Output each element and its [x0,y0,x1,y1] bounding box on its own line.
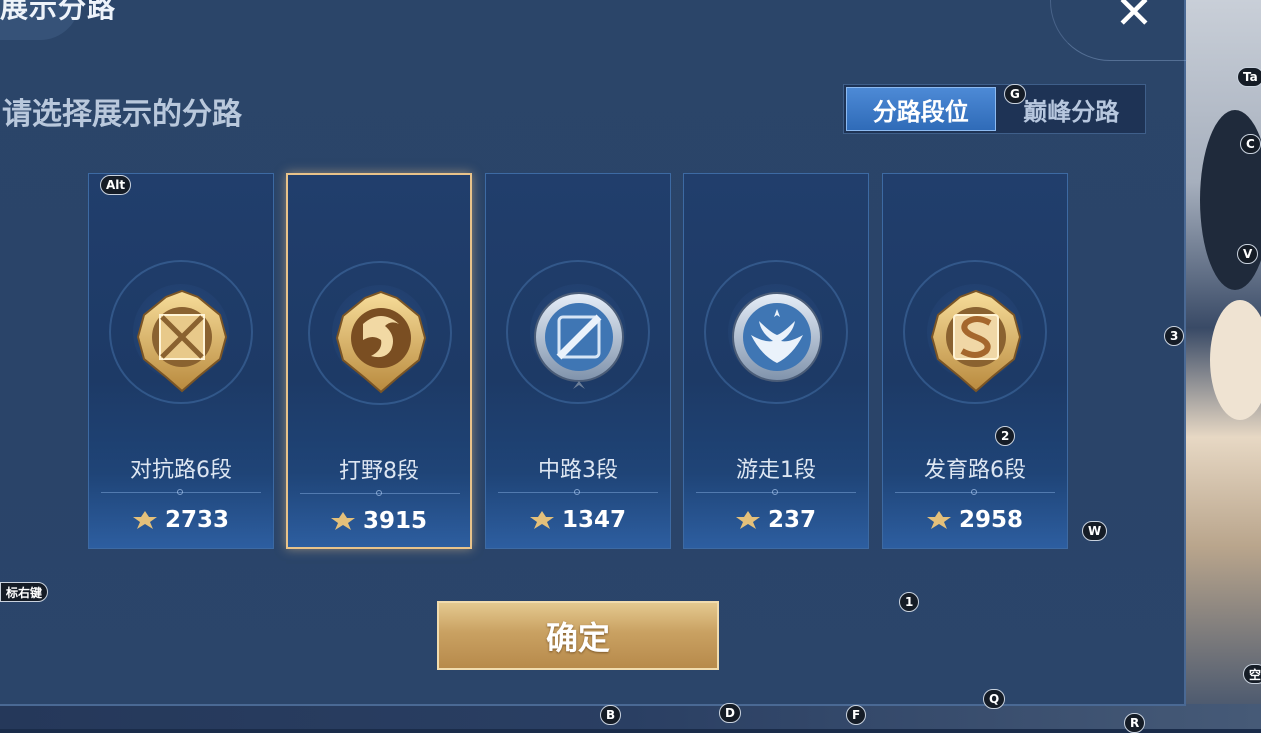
rank-points-icon [330,512,355,530]
confirm-button[interactable]: 确定 [437,601,719,670]
lane-card-roam[interactable]: 游走1段 237 [683,173,869,549]
dialog-subtitle: 请选择展示的分路 [2,97,242,132]
lane-rank-label: 游走1段 [736,458,816,483]
lane-rank-label: 中路3段 [538,458,618,483]
score-row: 2958 [883,507,1067,533]
hotkey-tab: Ta [1237,67,1261,87]
background-figure-robe [1210,300,1261,420]
lane-card-farm[interactable]: 发育路6段 2958 [882,173,1068,549]
hotkey-right-click: 标右键 [0,582,49,602]
lane-score: 237 [767,507,816,533]
dragon-emblem-icon [335,290,427,394]
wings-emblem-icon [732,292,822,382]
lane-rank-label: 打野8段 [339,459,419,484]
lane-score: 2733 [164,507,229,533]
rank-points-icon [529,511,554,529]
hotkey-q: Q [983,689,1006,709]
score-row: 2733 [89,507,273,533]
hotkey-v: V [1237,244,1259,264]
crossed-swords-emblem-icon [136,289,228,393]
divider-dot [772,489,778,495]
divider-dot [971,489,977,495]
hotkey-d: D [719,703,741,723]
background-bottom-strip [0,704,1261,729]
score-row: 237 [684,507,868,533]
lane-score: 1347 [561,507,626,533]
divider-dot [376,490,382,496]
close-icon: ✕ [1114,0,1154,39]
hotkey-c: C [1240,134,1261,154]
lane-card-jungle[interactable]: 打野8段 3915 [286,173,472,549]
divider-dot [574,489,580,495]
staff-emblem-icon [534,292,624,389]
rank-points-icon [926,511,951,529]
hotkey-b: B [600,705,622,725]
background-scene [1180,0,1261,729]
rank-points-icon [132,511,157,529]
hotkey-g: G [1004,84,1026,104]
tab-lane-rank[interactable]: 分路段位 [846,87,996,131]
lane-card-mid[interactable]: 中路3段 1347 [485,173,671,549]
divider-dot [177,489,183,495]
hotkey-alt: Alt [100,175,132,195]
hotkey-space: 空 [1243,664,1261,684]
dialog-title: 展示分路 [0,0,117,24]
score-row: 1347 [486,507,670,533]
hotkey-r: R [1124,713,1146,733]
lane-card-top[interactable]: 对抗路6段 2733 [88,173,274,549]
lane-score: 2958 [958,507,1023,533]
lane-display-dialog: 展示分路 ✕ 请选择展示的分路 分路段位 巅峰分路 对抗路6段 2733 打野8… [0,0,1187,706]
lane-score: 3915 [362,508,427,534]
lane-rank-label: 发育路6段 [924,458,1026,483]
s-sigil-emblem-icon [930,289,1022,393]
hotkey-w: W [1082,521,1108,541]
rank-points-icon [735,511,760,529]
score-row: 3915 [288,508,470,534]
lane-rank-label: 对抗路6段 [130,458,232,483]
lane-mode-tabs: 分路段位 巅峰分路 [843,84,1146,134]
close-button[interactable]: ✕ [1105,0,1163,35]
